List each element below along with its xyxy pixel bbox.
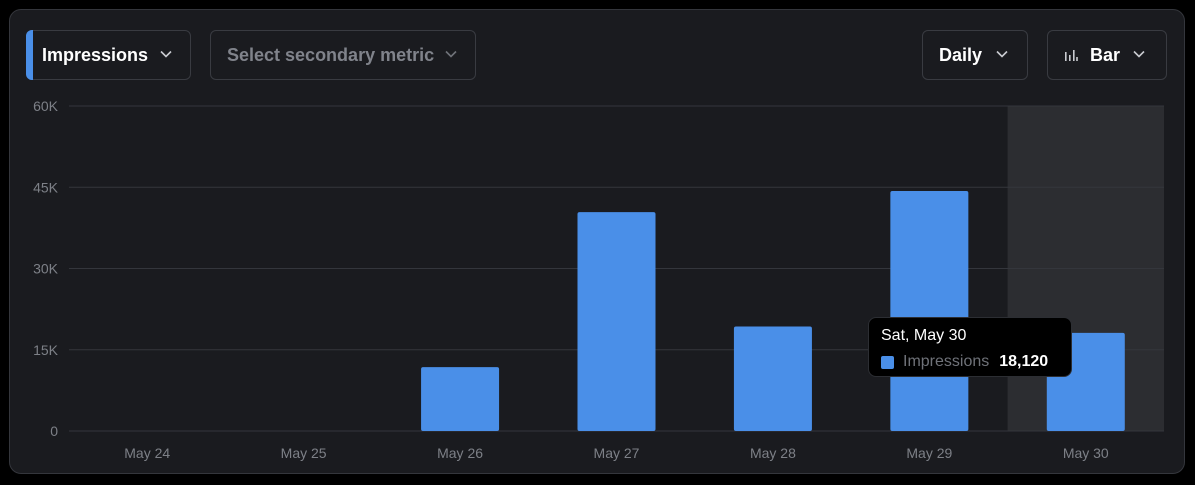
bar-may-28: [733, 326, 812, 431]
x-tick-label: May 30: [1063, 445, 1109, 461]
y-tick-label: 30K: [33, 261, 59, 277]
bar-may-29: [890, 191, 969, 431]
y-tick-label: 45K: [33, 179, 59, 195]
chart-tooltip: Sat, May 30 Impressions 18,120: [868, 317, 1072, 377]
y-tick-label: 60K: [33, 98, 59, 114]
bar-may-26: [421, 367, 500, 431]
chart-panel: Impressions Select secondary metric Dail…: [9, 9, 1185, 474]
impressions-bar-chart: 0 15K 30K 45K 60K May 24 May 25 May 26 May 27 May…: [33, 98, 1164, 461]
tooltip-row: Impressions 18,120: [881, 353, 1059, 371]
x-tick-label: May 24: [124, 445, 170, 461]
tooltip-series-name: Impressions: [903, 353, 990, 370]
x-tick-label: May 29: [906, 445, 952, 461]
x-tick-label: May 25: [281, 445, 327, 461]
tooltip-series-swatch: [881, 355, 894, 369]
x-tick-label: May 27: [594, 445, 640, 461]
tooltip-title: Sat, May 30: [881, 327, 967, 344]
x-tick-label: May 26: [437, 445, 483, 461]
y-tick-label: 0: [50, 423, 58, 439]
y-tick-label: 15K: [33, 342, 59, 358]
x-tick-label: May 28: [750, 445, 796, 461]
tooltip-value: 18,120: [999, 353, 1049, 370]
bar-may-27: [577, 212, 656, 431]
